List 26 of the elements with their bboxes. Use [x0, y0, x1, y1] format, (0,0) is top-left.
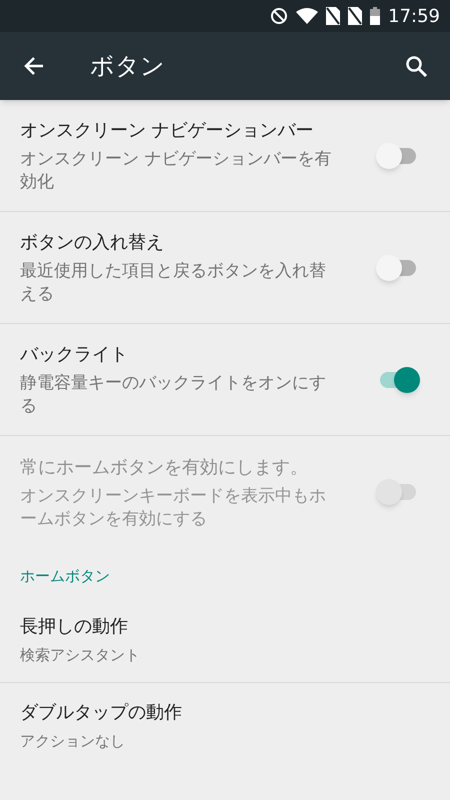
screen-title: ボタン: [90, 51, 166, 82]
setting-title: オンスクリーン ナビゲーションバー: [20, 119, 315, 143]
setting-row[interactable]: オンスクリーン ナビゲーションバー オンスクリーン ナビゲーションバーを有効化: [0, 100, 450, 212]
setting-row[interactable]: 長押しの動作 検索アシスタント: [0, 598, 450, 683]
section-header: ホームボタン: [20, 567, 110, 585]
setting-summary: オンスクリーン ナビゲーションバーを有効化: [20, 148, 332, 194]
setting-title: ボタンの入れ替え: [20, 231, 165, 255]
setting-summary: 静電容量キーのバックライトをオンにする: [20, 372, 327, 418]
setting-summary: アクションなし: [20, 730, 126, 752]
setting-title: ダブルタップの動作: [20, 700, 183, 725]
setting-title: 長押しの動作: [20, 615, 129, 640]
no-sim-icon: [348, 7, 362, 25]
do-not-disturb-icon: [270, 7, 288, 25]
no-sim-icon: [326, 7, 340, 25]
search-icon[interactable]: [404, 54, 428, 78]
setting-row[interactable]: ダブルタップの動作 アクションなし: [0, 683, 450, 768]
setting-title: 常にホームボタンを有効にします。: [20, 456, 309, 480]
clock: 17:59: [388, 4, 440, 28]
setting-summary: 検索アシスタント: [20, 645, 141, 666]
setting-summary: 最近使用した項目と戻るボタンを入れ替える: [20, 260, 327, 306]
wifi-icon: [296, 8, 318, 24]
setting-row[interactable]: バックライト 静電容量キーのバックライトをオンにする: [0, 324, 450, 436]
battery-icon: [370, 7, 380, 25]
setting-summary: オンスクリーンキーボードを表示中もホームボタンを有効にする: [20, 484, 327, 530]
setting-row[interactable]: ボタンの入れ替え 最近使用した項目と戻るボタンを入れ替える: [0, 212, 450, 324]
setting-title: バックライト: [20, 343, 129, 367]
